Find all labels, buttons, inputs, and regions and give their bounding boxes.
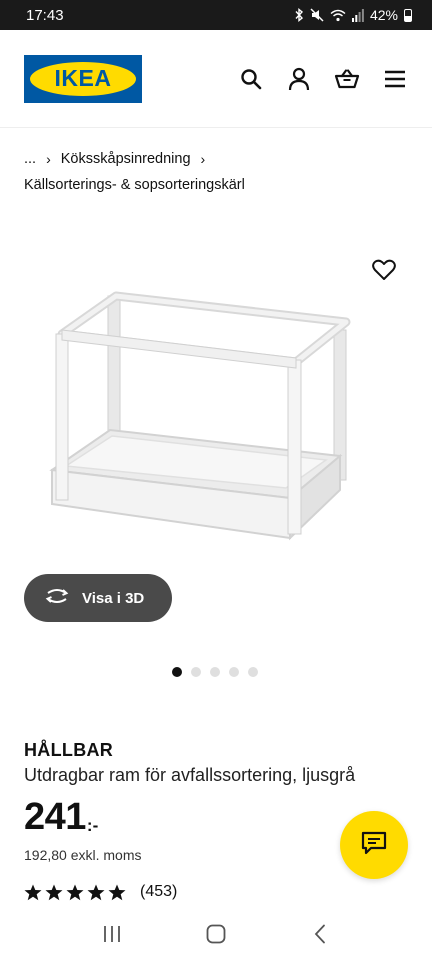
menu-icon[interactable] [382, 66, 408, 92]
carousel-dot[interactable] [191, 667, 201, 677]
mute-icon [310, 8, 324, 22]
carousel-dot[interactable] [172, 667, 182, 677]
product-price: 241 :- [24, 796, 98, 839]
chat-button[interactable] [340, 811, 408, 879]
carousel-dot[interactable] [248, 667, 258, 677]
breadcrumb-current-link[interactable]: Källsorterings- & sopsorteringskärl [24, 172, 245, 198]
carousel-dot[interactable] [229, 667, 239, 677]
star-icon [87, 884, 105, 900]
account-icon[interactable] [286, 66, 312, 92]
star-icon [66, 884, 84, 900]
bluetooth-icon [294, 8, 304, 22]
breadcrumb-ellipsis[interactable]: ... [24, 146, 36, 172]
wifi-icon [330, 9, 346, 22]
view-in-3d-label: Visa i 3D [82, 589, 145, 607]
search-icon[interactable] [238, 66, 264, 92]
rotate-3d-icon [44, 587, 70, 609]
price-suffix: :- [86, 816, 99, 835]
recent-apps-icon[interactable] [92, 914, 132, 954]
home-icon[interactable] [196, 914, 236, 954]
product-name: HÅLLBAR [24, 740, 114, 760]
heart-icon[interactable] [370, 256, 398, 284]
cart-icon[interactable] [334, 66, 360, 92]
breadcrumb-parent-link[interactable]: Köksskåpsinredning [61, 146, 191, 172]
carousel-dots [172, 667, 258, 677]
battery-icon [404, 8, 412, 22]
status-icons: 42% [294, 7, 412, 23]
logo-text: IKEA [30, 61, 136, 96]
price-amount: 241 [24, 796, 86, 838]
review-count[interactable]: (453) [140, 883, 177, 901]
ikea-logo[interactable]: IKEA [24, 54, 142, 103]
chat-icon [361, 831, 387, 860]
app-header: IKEA [0, 30, 432, 128]
star-icon [45, 884, 63, 900]
system-nav-bar [0, 908, 432, 960]
price-excl-vat: 192,80 exkl. moms [24, 847, 142, 863]
status-time: 17:43 [26, 6, 64, 24]
product-description: Utdragbar ram för avfallssortering, ljus… [24, 765, 356, 785]
chevron-right-icon: › [46, 151, 51, 167]
carousel-dot[interactable] [210, 667, 220, 677]
view-in-3d-button[interactable]: Visa i 3D [24, 574, 172, 622]
rating-stars [24, 884, 126, 901]
header-actions [238, 66, 408, 92]
star-icon [24, 884, 42, 900]
chevron-right-icon: › [200, 151, 206, 167]
signal-icon [351, 8, 364, 22]
product-rating[interactable]: (453) [24, 883, 177, 901]
star-icon [108, 884, 126, 900]
breadcrumb: ... › Köksskåpsinredning › Källsortering… [24, 146, 245, 198]
battery-percent: 42% [369, 7, 398, 23]
back-icon[interactable] [300, 914, 340, 954]
status-bar: 17:43 42% [0, 0, 432, 30]
